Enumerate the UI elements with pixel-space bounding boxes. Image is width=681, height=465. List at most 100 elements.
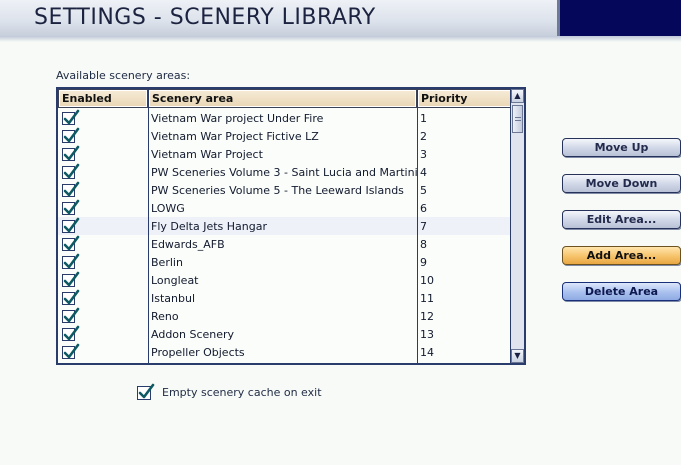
table-row[interactable]: PW Sceneries Volume 3 - Saint Lucia and …: [58, 163, 512, 181]
checkmark-icon: [63, 343, 80, 359]
table-row[interactable]: Fly Delta Jets Hangar 7: [58, 217, 512, 235]
enabled-checkbox[interactable]: [62, 289, 80, 305]
scenery-area-cell: Vietnam War Project Fictive LZ: [151, 130, 319, 143]
title-bar-corner: [557, 0, 681, 36]
priority-cell: 2: [420, 130, 427, 143]
table-row[interactable]: Berlin 9: [58, 253, 512, 271]
table-row[interactable]: Propeller Objects 14: [58, 343, 512, 361]
enabled-cell: [58, 163, 148, 181]
page-title: SETTINGS - SCENERY LIBRARY: [34, 5, 376, 30]
scenery-area-cell: PW Sceneries Volume 5 - The Leeward Isla…: [151, 184, 404, 197]
edit-area-button[interactable]: Edit Area...: [562, 210, 681, 229]
scroll-down-arrow-icon[interactable]: ▼: [511, 349, 524, 363]
priority-cell: 14: [420, 346, 434, 359]
priority-cell: 13: [420, 328, 434, 341]
move-up-button[interactable]: Move Up: [562, 138, 681, 157]
table-row[interactable]: LOWG 6: [58, 199, 512, 217]
move-down-button[interactable]: Move Down: [562, 174, 681, 193]
enabled-cell: [58, 343, 148, 361]
checkmark-icon: [63, 235, 80, 251]
empty-cache-checkbox[interactable]: [137, 383, 155, 400]
scrollbar-thumb[interactable]: [512, 105, 523, 133]
enabled-checkbox[interactable]: [62, 235, 80, 251]
scroll-up-arrow-icon[interactable]: ▲: [511, 89, 524, 103]
checkmark-icon: [63, 163, 80, 179]
checkmark-icon: [63, 181, 80, 197]
table-row[interactable]: PW Sceneries Volume 5 - The Leeward Isla…: [58, 181, 512, 199]
enabled-checkbox[interactable]: [62, 163, 80, 179]
table-row[interactable]: Addon Scenery 13: [58, 325, 512, 343]
priority-cell: 10: [420, 274, 434, 287]
scenery-list-label: Available scenery areas:: [56, 69, 191, 82]
table-row[interactable]: Vietnam War project Under Fire 1: [58, 109, 512, 127]
scenery-area-cell: PW Sceneries Volume 3 - Saint Lucia and …: [151, 166, 417, 179]
scenery-area-cell: Addon Scenery: [151, 328, 235, 341]
enabled-checkbox[interactable]: [62, 109, 80, 125]
scenery-area-cell: Propeller Objects: [151, 346, 245, 359]
enabled-checkbox[interactable]: [62, 217, 80, 233]
table-row[interactable]: Reno 12: [58, 307, 512, 325]
enabled-cell: [58, 235, 148, 253]
table-row[interactable]: Longleat 10: [58, 271, 512, 289]
enabled-cell: [58, 217, 148, 235]
checkmark-icon: [138, 383, 155, 399]
move-up-label: Move Up: [594, 141, 649, 154]
table-body: Vietnam War project Under Fire 1 Vietnam W…: [58, 109, 512, 361]
enabled-checkbox[interactable]: [62, 145, 80, 161]
scenery-area-cell: Reno: [151, 310, 179, 323]
table-header: Enabled Scenery area Priority: [58, 89, 512, 108]
enabled-checkbox[interactable]: [62, 181, 80, 197]
scenery-area-cell: Istanbul: [151, 292, 196, 305]
enabled-cell: [58, 289, 148, 307]
priority-cell: 9: [420, 256, 427, 269]
enabled-checkbox[interactable]: [62, 325, 80, 341]
priority-cell: 4: [420, 166, 427, 179]
enabled-checkbox[interactable]: [62, 253, 80, 269]
column-header-priority[interactable]: Priority: [417, 89, 512, 108]
enabled-cell: [58, 127, 148, 145]
empty-cache-label: Empty scenery cache on exit: [162, 386, 322, 399]
table-row[interactable]: Istanbul 11: [58, 289, 512, 307]
checkmark-icon: [63, 307, 80, 323]
scenery-area-cell: Fly Delta Jets Hangar: [151, 220, 268, 233]
enabled-cell: [58, 199, 148, 217]
checkmark-icon: [63, 199, 80, 215]
checkmark-icon: [63, 271, 80, 287]
add-area-button[interactable]: Add Area...: [562, 246, 681, 265]
checkmark-icon: [63, 109, 80, 125]
enabled-cell: [58, 109, 148, 127]
checkmark-icon: [63, 289, 80, 305]
enabled-checkbox[interactable]: [62, 127, 80, 143]
priority-cell: 8: [420, 238, 427, 251]
table-row[interactable]: Vietnam War Project Fictive LZ 2: [58, 127, 512, 145]
priority-cell: 12: [420, 310, 434, 323]
enabled-cell: [58, 253, 148, 271]
enabled-checkbox[interactable]: [62, 343, 80, 359]
enabled-cell: [58, 307, 148, 325]
enabled-cell: [58, 145, 148, 163]
enabled-checkbox[interactable]: [62, 199, 80, 215]
add-area-label: Add Area...: [586, 249, 657, 262]
scenery-table[interactable]: Enabled Scenery area Priority Vietnam Wa…: [56, 87, 526, 365]
column-header-enabled[interactable]: Enabled: [58, 89, 148, 108]
checkmark-icon: [63, 145, 80, 161]
move-down-label: Move Down: [585, 177, 658, 190]
enabled-checkbox[interactable]: [62, 307, 80, 323]
scenery-area-cell: Berlin: [151, 256, 183, 269]
vertical-scrollbar[interactable]: ▲ ▼: [510, 89, 524, 363]
priority-cell: 7: [420, 220, 427, 233]
table-row[interactable]: Edwards_AFB 8: [58, 235, 512, 253]
edit-area-label: Edit Area...: [586, 213, 657, 226]
delete-area-label: Delete Area: [584, 285, 659, 298]
checkmark-icon: [63, 325, 80, 341]
checkmark-icon: [63, 217, 80, 233]
table-row[interactable]: Vietnam War Project 3: [58, 145, 512, 163]
enabled-cell: [58, 181, 148, 199]
scenery-area-cell: LOWG: [151, 202, 185, 215]
priority-cell: 3: [420, 148, 427, 161]
delete-area-button[interactable]: Delete Area: [562, 282, 681, 301]
enabled-cell: [58, 271, 148, 289]
column-header-scenery-area[interactable]: Scenery area: [148, 89, 417, 108]
priority-cell: 6: [420, 202, 427, 215]
enabled-checkbox[interactable]: [62, 271, 80, 287]
